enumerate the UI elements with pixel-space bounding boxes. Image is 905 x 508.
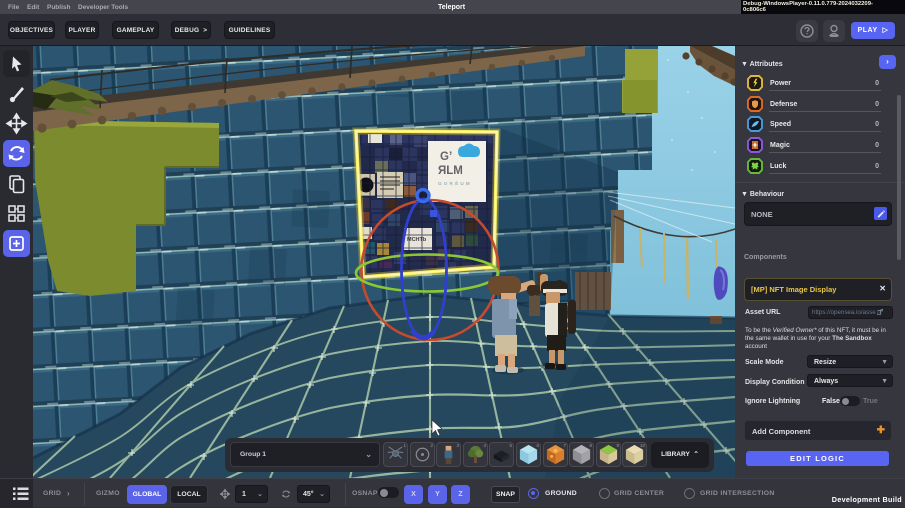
svg-text:MCHTb: MCHTb bbox=[407, 237, 427, 243]
svg-text:ЯLM: ЯLM bbox=[438, 165, 463, 177]
svg-text:GORĒUM: GORĒUM bbox=[438, 180, 472, 186]
svg-text:G’: G’ bbox=[440, 151, 452, 163]
